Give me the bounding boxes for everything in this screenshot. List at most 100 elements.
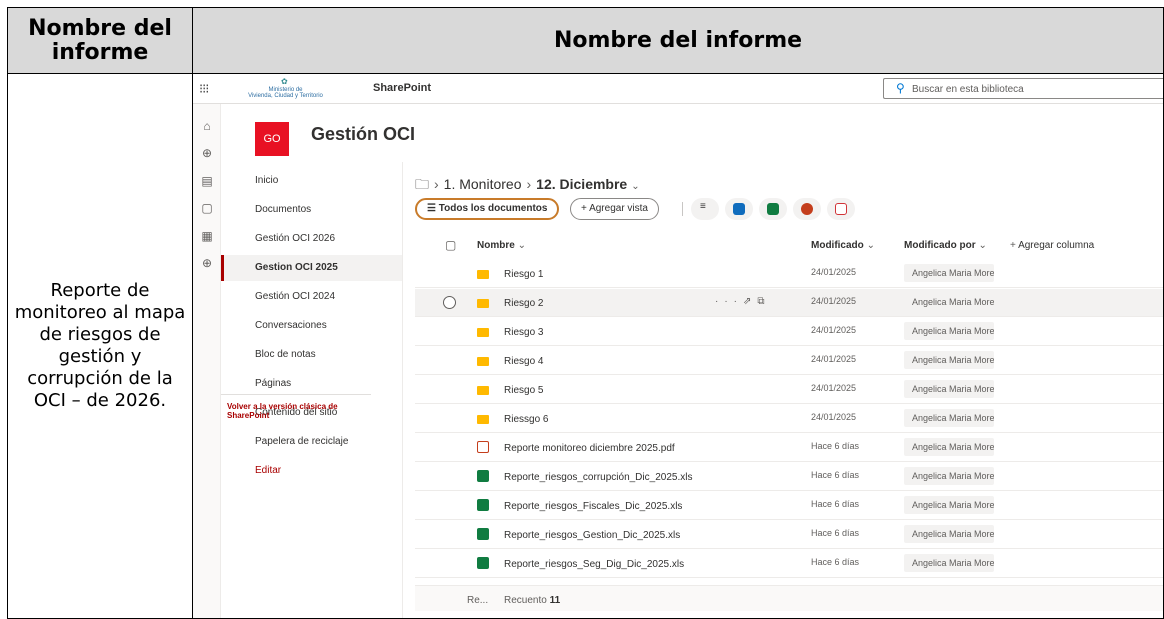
add-view-label: Agregar vista	[589, 203, 648, 214]
sharepoint-brand[interactable]: SharePoint	[373, 82, 431, 94]
breadcrumb-current[interactable]: 12. Diciembre	[536, 176, 627, 192]
excel-file-icon	[477, 528, 489, 540]
table-row[interactable]: Reporte_riesgos_corrupción_Dic_2025.xls H…	[415, 463, 1163, 491]
share-icon[interactable]: ⇗	[743, 296, 757, 307]
globe-icon[interactable]: ⊕	[200, 146, 214, 160]
chevron-down-icon: ⌄	[866, 240, 875, 251]
nav-edit-link[interactable]: Editar	[221, 458, 402, 484]
row-modified-by[interactable]: Angelica Maria Morer	[904, 322, 994, 340]
row-modified-by[interactable]: Angelica Maria Morer	[904, 293, 994, 311]
row-name[interactable]: Reporte monitoreo diciembre 2025.pdf	[504, 443, 675, 454]
file-type-icon[interactable]: ▢	[445, 238, 456, 252]
header-cell-right: Nombre del informe	[192, 7, 1164, 74]
table-row[interactable]: Reporte monitoreo diciembre 2025.pdf Hace…	[415, 434, 1163, 462]
nav-item-gestion-oci-2026[interactable]: Gestión OCI 2026	[221, 226, 402, 252]
outlook-icon	[733, 203, 745, 215]
more-icon[interactable]: ···	[715, 296, 743, 307]
column-modified[interactable]: Modificado ⌄	[811, 240, 875, 251]
add-column-button[interactable]: + Agregar columna	[1010, 240, 1094, 251]
app-launcher-icon[interactable]: ⁝⁝⁝	[199, 81, 209, 97]
row-modified: Hace 6 días	[811, 499, 860, 509]
nav-item-inicio[interactable]: Inicio	[221, 168, 402, 194]
plus-icon: +	[581, 203, 590, 214]
row-modified-by[interactable]: Angelica Maria Morer	[904, 351, 994, 369]
row-name[interactable]: Riessgo 6	[504, 414, 548, 425]
row-modified-by[interactable]: Angelica Maria Morer	[904, 380, 994, 398]
nav-item-gestion-oci-2024[interactable]: Gestión OCI 2024	[221, 284, 402, 310]
row-modified-by[interactable]: Angelica Maria Morer	[904, 496, 994, 514]
folder-icon	[477, 357, 489, 366]
item-count: Recuento 11	[504, 595, 560, 606]
nav-item-bloc-de-notas[interactable]: Bloc de notas	[221, 342, 402, 368]
site-title[interactable]: Gestión OCI	[311, 124, 415, 145]
row-modified: Hace 6 días	[811, 528, 860, 538]
row-name[interactable]: Reporte_riesgos_corrupción_Dic_2025.xls	[504, 472, 692, 483]
create-icon[interactable]: ⊕	[200, 256, 214, 270]
column-name[interactable]: Nombre ⌄	[477, 240, 526, 251]
view-lines-icon: ☰	[427, 203, 439, 214]
table-row[interactable]: Riessgo 6 24/01/2025 Angelica Maria Morer	[415, 405, 1163, 433]
row-modified: 24/01/2025	[811, 354, 857, 364]
row-name[interactable]: Riesgo 3	[504, 327, 543, 338]
row-modified-by[interactable]: Angelica Maria Morer	[904, 409, 994, 427]
breadcrumb-separator: ›	[526, 176, 532, 192]
screenshot-cell: ⁝⁝⁝ ✿ Ministerio de Vivienda, Ciudad y T…	[192, 73, 1164, 619]
ministry-logo[interactable]: ✿ Ministerio de Vivienda, Ciudad y Terri…	[233, 77, 338, 101]
table-row[interactable]: Riesgo 4 24/01/2025 Angelica Maria Morer	[415, 347, 1163, 375]
powerpoint-button[interactable]	[793, 198, 821, 220]
row-name[interactable]: Reporte_riesgos_Fiscales_Dic_2025.xls	[504, 501, 682, 512]
row-name[interactable]: Riesgo 1	[504, 269, 543, 280]
nav-divider	[221, 394, 371, 395]
row-modified-by[interactable]: Angelica Maria Morer	[904, 467, 994, 485]
header-left-text: Nombre del informe	[28, 15, 172, 65]
pdf-button[interactable]	[827, 198, 855, 220]
search-input[interactable]: ⚲ Buscar en esta biblioteca	[883, 78, 1163, 99]
row-name[interactable]: Riesgo 4	[504, 356, 543, 367]
row-name[interactable]: Reporte_riesgos_Gestion_Dic_2025.xls	[504, 530, 680, 541]
count-value: 11	[549, 595, 561, 606]
home-icon[interactable]: ⌂	[200, 119, 214, 133]
chevron-down-icon[interactable]: ⌄	[631, 181, 639, 192]
count-label: Recuento	[504, 595, 547, 606]
row-modified: 24/01/2025	[811, 325, 857, 335]
row-modified-by[interactable]: Angelica Maria Morer	[904, 264, 994, 282]
row-modified-by[interactable]: Angelica Maria Morer	[904, 554, 994, 572]
breadcrumb-parent[interactable]: 1. Monitoreo	[444, 176, 522, 192]
open-icon[interactable]: ⧉	[757, 296, 770, 307]
classic-sharepoint-link[interactable]: Volver a la versión clásica de SharePoin…	[227, 402, 367, 420]
add-view-button[interactable]: + Agregar vista	[570, 198, 659, 220]
column-modified-by[interactable]: Modificado por ⌄	[904, 240, 987, 251]
row-modified-by[interactable]: Angelica Maria Morer	[904, 525, 994, 543]
row-name[interactable]: Riesgo 5	[504, 385, 543, 396]
site-logo[interactable]: GO	[255, 122, 289, 156]
chevron-down-icon: ⌄	[978, 240, 987, 251]
table-row[interactable]: Riesgo 1 24/01/2025 Angelica Maria Morer	[415, 260, 1163, 288]
lists-icon[interactable]: ▦	[200, 229, 214, 243]
nav-item-documentos[interactable]: Documentos	[221, 197, 402, 223]
view-all-documents-button[interactable]: ☰ Todos los documentos	[415, 198, 560, 220]
row-select-radio[interactable]	[443, 296, 456, 309]
row-name[interactable]: Riesgo 2	[504, 298, 543, 309]
nav-item-papelera[interactable]: Papelera de reciclaje	[221, 429, 402, 455]
table-row[interactable]: Reporte_riesgos_Gestion_Dic_2025.xls Hace…	[415, 521, 1163, 549]
table-row[interactable]: ···⇗⧉ Riesgo 2 24/01/2025 Angelica Maria Mo…	[415, 289, 1163, 317]
folder-icon	[477, 415, 489, 424]
nav-item-gestion-oci-2025[interactable]: Gestion OCI 2025	[221, 255, 402, 281]
nav-item-conversaciones[interactable]: Conversaciones	[221, 313, 402, 339]
add-column-label: Agregar columna	[1018, 240, 1095, 251]
column-modified-by-label: Modificado por	[904, 240, 976, 251]
table-row[interactable]: Reporte_riesgos_Fiscales_Dic_2025.xls Hac…	[415, 492, 1163, 520]
news-icon[interactable]: ▤	[200, 174, 214, 188]
outlook-button[interactable]	[725, 198, 753, 220]
pdf-icon	[835, 203, 847, 215]
search-icon: ⚲	[896, 81, 905, 95]
filter-button[interactable]: ≡	[691, 198, 719, 220]
row-name[interactable]: Reporte_riesgos_Seg_Dig_Dic_2025.xls	[504, 559, 684, 570]
table-row[interactable]: Reporte_riesgos_Seg_Dig_Dic_2025.xls Hace…	[415, 550, 1163, 578]
file-icon[interactable]: ▢	[200, 201, 214, 215]
ministry-line-2: Vivienda, Ciudad y Territorio	[248, 93, 323, 99]
table-row[interactable]: Riesgo 5 24/01/2025 Angelica Maria Morer	[415, 376, 1163, 404]
table-row[interactable]: Riesgo 3 24/01/2025 Angelica Maria Morer	[415, 318, 1163, 346]
excel-button[interactable]	[759, 198, 787, 220]
row-modified-by[interactable]: Angelica Maria Morer	[904, 438, 994, 456]
